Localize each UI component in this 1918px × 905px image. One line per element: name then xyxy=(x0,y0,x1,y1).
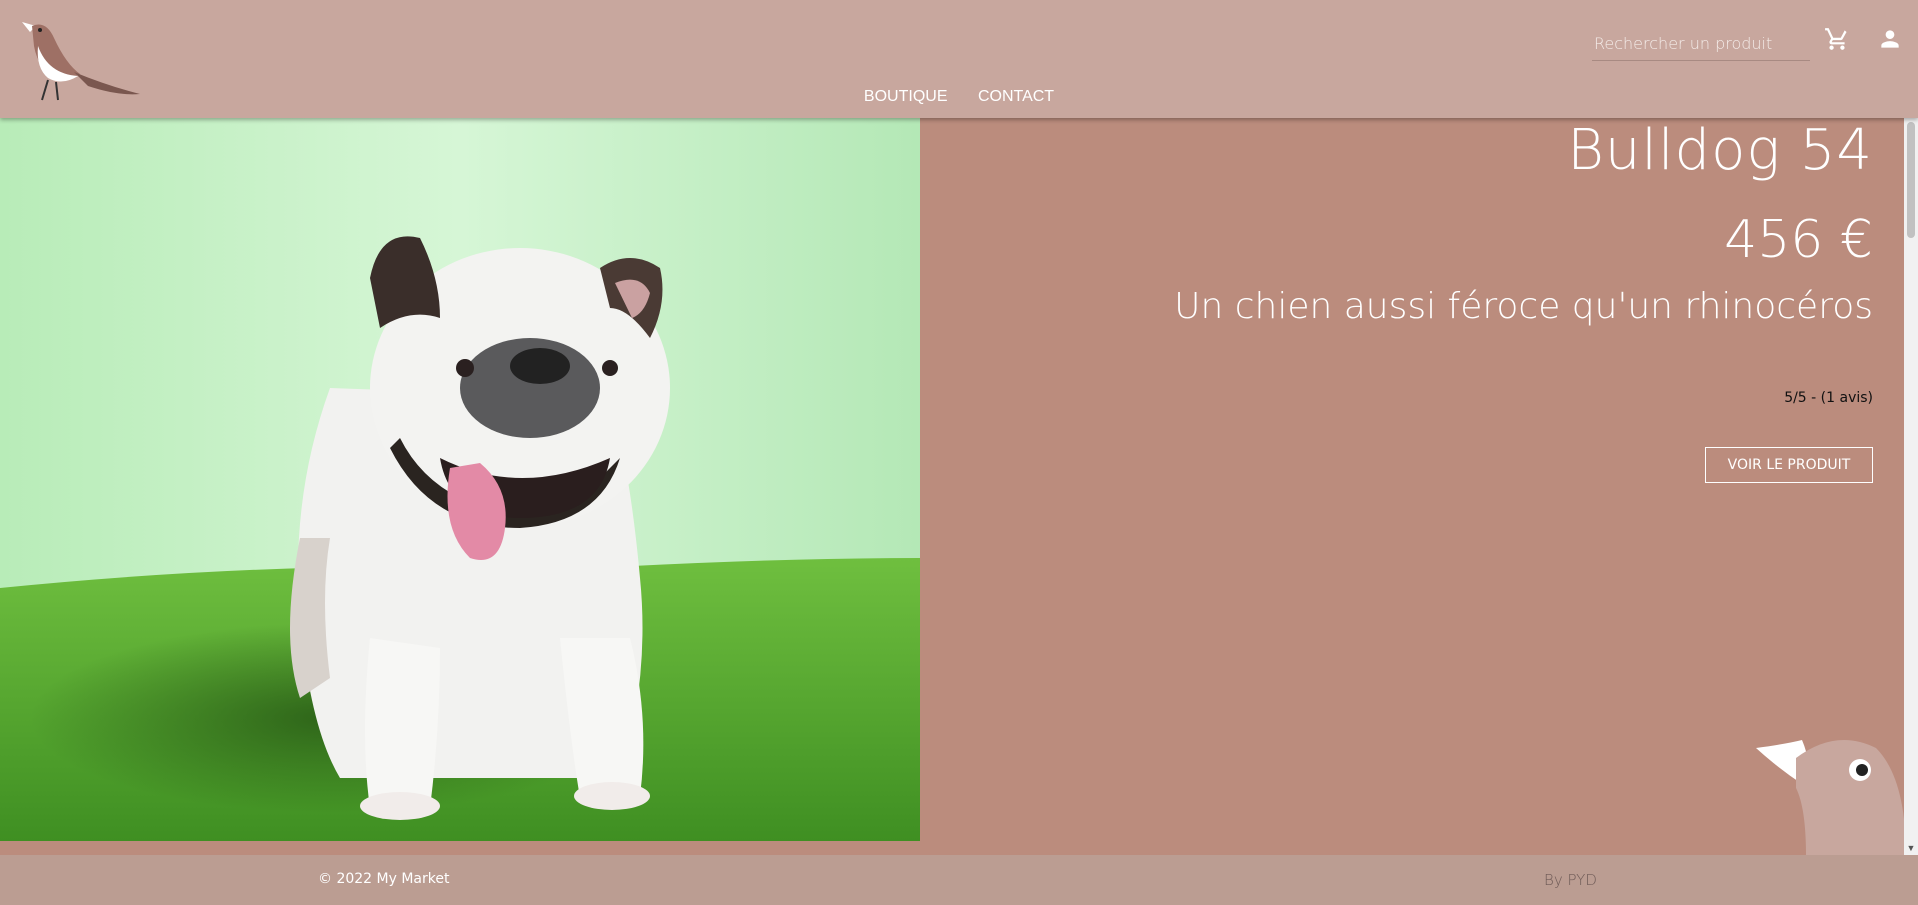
site-footer: © 2022 My Market By PYD xyxy=(0,855,1918,905)
nav-boutique[interactable]: BOUTIQUE xyxy=(864,88,948,106)
cart-icon[interactable] xyxy=(1824,26,1850,52)
product-info: Bulldog 54 456 € Un chien aussi féroce q… xyxy=(920,118,1873,855)
product-title: Bulldog 54 xyxy=(1567,118,1873,183)
user-icon[interactable] xyxy=(1877,26,1903,52)
product-image[interactable] xyxy=(0,118,920,841)
search-input[interactable] xyxy=(1592,24,1814,62)
scroll-down-arrow-icon[interactable]: ▼ xyxy=(1904,841,1918,855)
product-price: 456 € xyxy=(1724,210,1873,270)
view-product-button[interactable]: VOIR LE PRODUIT xyxy=(1705,447,1873,483)
bird-peek-icon xyxy=(1756,740,1906,856)
product-rating: 5/5 - (1 avis) xyxy=(1784,390,1873,406)
product-description: Un chien aussi féroce qu'un rhinocéros xyxy=(1174,286,1873,327)
scrollbar-thumb[interactable] xyxy=(1907,122,1915,238)
main-nav: BOUTIQUE CONTACT xyxy=(0,88,1918,106)
scrollbar[interactable]: ▼ xyxy=(1904,118,1918,855)
search-box xyxy=(1592,24,1814,62)
nav-contact[interactable]: CONTACT xyxy=(978,88,1054,106)
bulldog-photo xyxy=(0,118,920,841)
footer-copyright: © 2022 My Market xyxy=(318,871,450,887)
site-header: BOUTIQUE CONTACT xyxy=(0,0,1918,118)
footer-author: By PYD xyxy=(1544,871,1597,889)
